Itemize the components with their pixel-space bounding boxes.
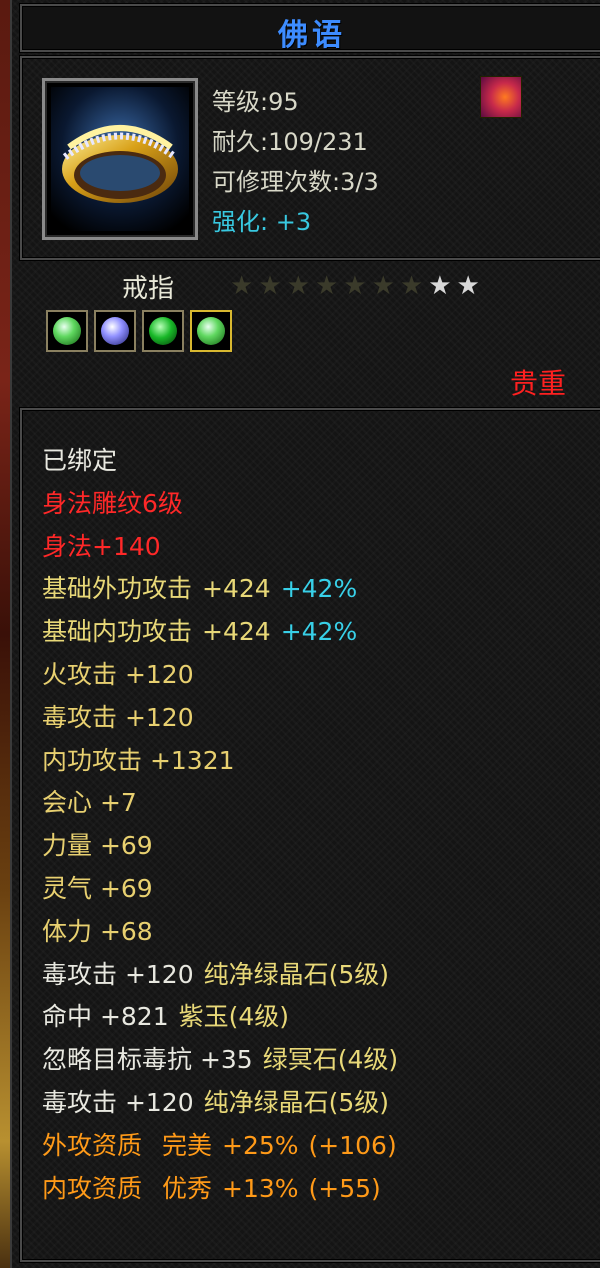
gem-slot xyxy=(94,310,136,352)
stat-label: 基础外功攻击 xyxy=(42,574,193,604)
star-icon: ★ xyxy=(371,271,395,301)
item-name: 佛语 xyxy=(278,18,346,53)
aptitude-bonus: (+55) xyxy=(308,1173,381,1203)
item-header: 等级:95 耐久:109/231 可修理次数:3/3 强化: +3 xyxy=(20,56,600,260)
green-emerald-icon xyxy=(149,317,177,345)
star-icon: ★ xyxy=(343,271,367,301)
gem-bonus-line: 忽略目标毒抗 +35 绿冥石(4级) xyxy=(42,1039,398,1082)
gem-bonus-line: 毒攻击 +120 纯净绿晶石(5级) xyxy=(42,954,398,997)
stats-panel: 已绑定 身法雕纹6级 身法+140 基础外功攻击 +424 +42% 基础内功攻击 +… xyxy=(20,408,600,1262)
bound-status: 已绑定 xyxy=(42,446,118,475)
item-type: 戒指 xyxy=(122,274,175,304)
stat-label: 基础内功攻击 xyxy=(42,617,193,647)
green-crystal-icon xyxy=(197,317,225,345)
gem-slot xyxy=(190,310,232,352)
agility-line: 身法+140 xyxy=(42,531,161,561)
aptitude-label: 内攻资质 xyxy=(42,1173,143,1203)
gem-slot xyxy=(46,310,88,352)
engrave-line: 身法雕纹6级 xyxy=(42,488,183,518)
int-aptitude-line: 内攻资质 优秀 +13% (+55) xyxy=(42,1168,398,1211)
int-attack-line: 基础内功攻击 +424 +42% xyxy=(42,611,398,654)
ext-attack-line: 基础外功攻击 +424 +42% xyxy=(42,568,398,611)
gem-stat: 毒攻击 +120 xyxy=(42,1087,194,1117)
aptitude-value: +25% xyxy=(222,1130,299,1160)
aptitude-grade: 完美 xyxy=(162,1130,213,1160)
gem-bonus-line: 命中 +821 紫玉(4级) xyxy=(42,996,398,1039)
star-rating: ★ ★ ★ ★ ★ ★ ★ ★ ★ xyxy=(230,272,480,300)
gem-name: 紫玉(4级) xyxy=(178,1002,290,1032)
stat-value: +424 xyxy=(202,617,271,647)
vitality-line: 体力 +68 xyxy=(42,916,153,946)
gem-stat: 毒攻击 +120 xyxy=(42,959,194,989)
gem-stat: 命中 +821 xyxy=(42,1002,169,1032)
gem-bonus-line: 毒攻击 +120 纯净绿晶石(5级) xyxy=(42,1082,398,1125)
strength-line: 力量 +69 xyxy=(42,831,153,861)
purple-crystal-icon xyxy=(101,317,129,345)
ext-aptitude-line: 外攻资质 完美 +25% (+106) xyxy=(42,1125,398,1168)
star-icon: ★ xyxy=(428,271,452,301)
gem-name: 纯净绿晶石(5级) xyxy=(203,959,390,989)
aptitude-bonus: (+106) xyxy=(308,1130,397,1160)
rarity-label: 贵重 xyxy=(509,367,566,400)
enhance-value: +3 xyxy=(275,208,312,236)
item-tooltip: 佛语 等级:95 耐久:109/231 可修理次数:3/3 强化: +3 戒指 … xyxy=(10,0,600,1268)
gem-name: 绿冥石(4级) xyxy=(262,1045,399,1075)
aptitude-label: 外攻资质 xyxy=(42,1130,143,1160)
aptitude-grade: 优秀 xyxy=(162,1173,213,1203)
stat-percent: +42% xyxy=(280,617,358,647)
star-icon: ★ xyxy=(286,271,310,301)
star-icon: ★ xyxy=(456,271,480,301)
star-icon: ★ xyxy=(314,271,339,301)
gold-ring-icon xyxy=(42,78,198,240)
gem-stat: 忽略目标毒抗 +35 xyxy=(42,1045,253,1075)
item-level: 等级:95 xyxy=(212,88,299,116)
aptitude-value: +13% xyxy=(222,1173,299,1203)
item-enhance: 强化: +3 xyxy=(212,202,311,237)
gem-slot xyxy=(142,310,184,352)
item-repair-count: 可修理次数:3/3 xyxy=(212,168,379,196)
star-icon: ★ xyxy=(258,271,282,301)
spirit-line: 灵气 +69 xyxy=(42,873,153,903)
fire-swirl-icon xyxy=(480,76,522,118)
enhance-label: 强化: xyxy=(212,208,269,236)
fire-attack-line: 火攻击 +120 xyxy=(42,659,194,689)
gem-slots xyxy=(46,310,232,352)
poison-attack-line: 毒攻击 +120 xyxy=(42,702,194,732)
crit-line: 会心 +7 xyxy=(42,788,137,818)
stat-percent: +42% xyxy=(280,574,358,604)
title-bar: 佛语 xyxy=(20,4,600,53)
star-icon: ★ xyxy=(230,271,254,301)
background-window-edge xyxy=(0,0,10,1268)
gem-name: 纯净绿晶石(5级) xyxy=(203,1087,390,1117)
inner-attack-line: 内功攻击 +1321 xyxy=(42,745,235,775)
stat-value: +424 xyxy=(202,574,271,604)
star-icon: ★ xyxy=(399,271,424,301)
green-crystal-icon xyxy=(53,317,81,345)
item-durability: 耐久:109/231 xyxy=(212,128,368,156)
